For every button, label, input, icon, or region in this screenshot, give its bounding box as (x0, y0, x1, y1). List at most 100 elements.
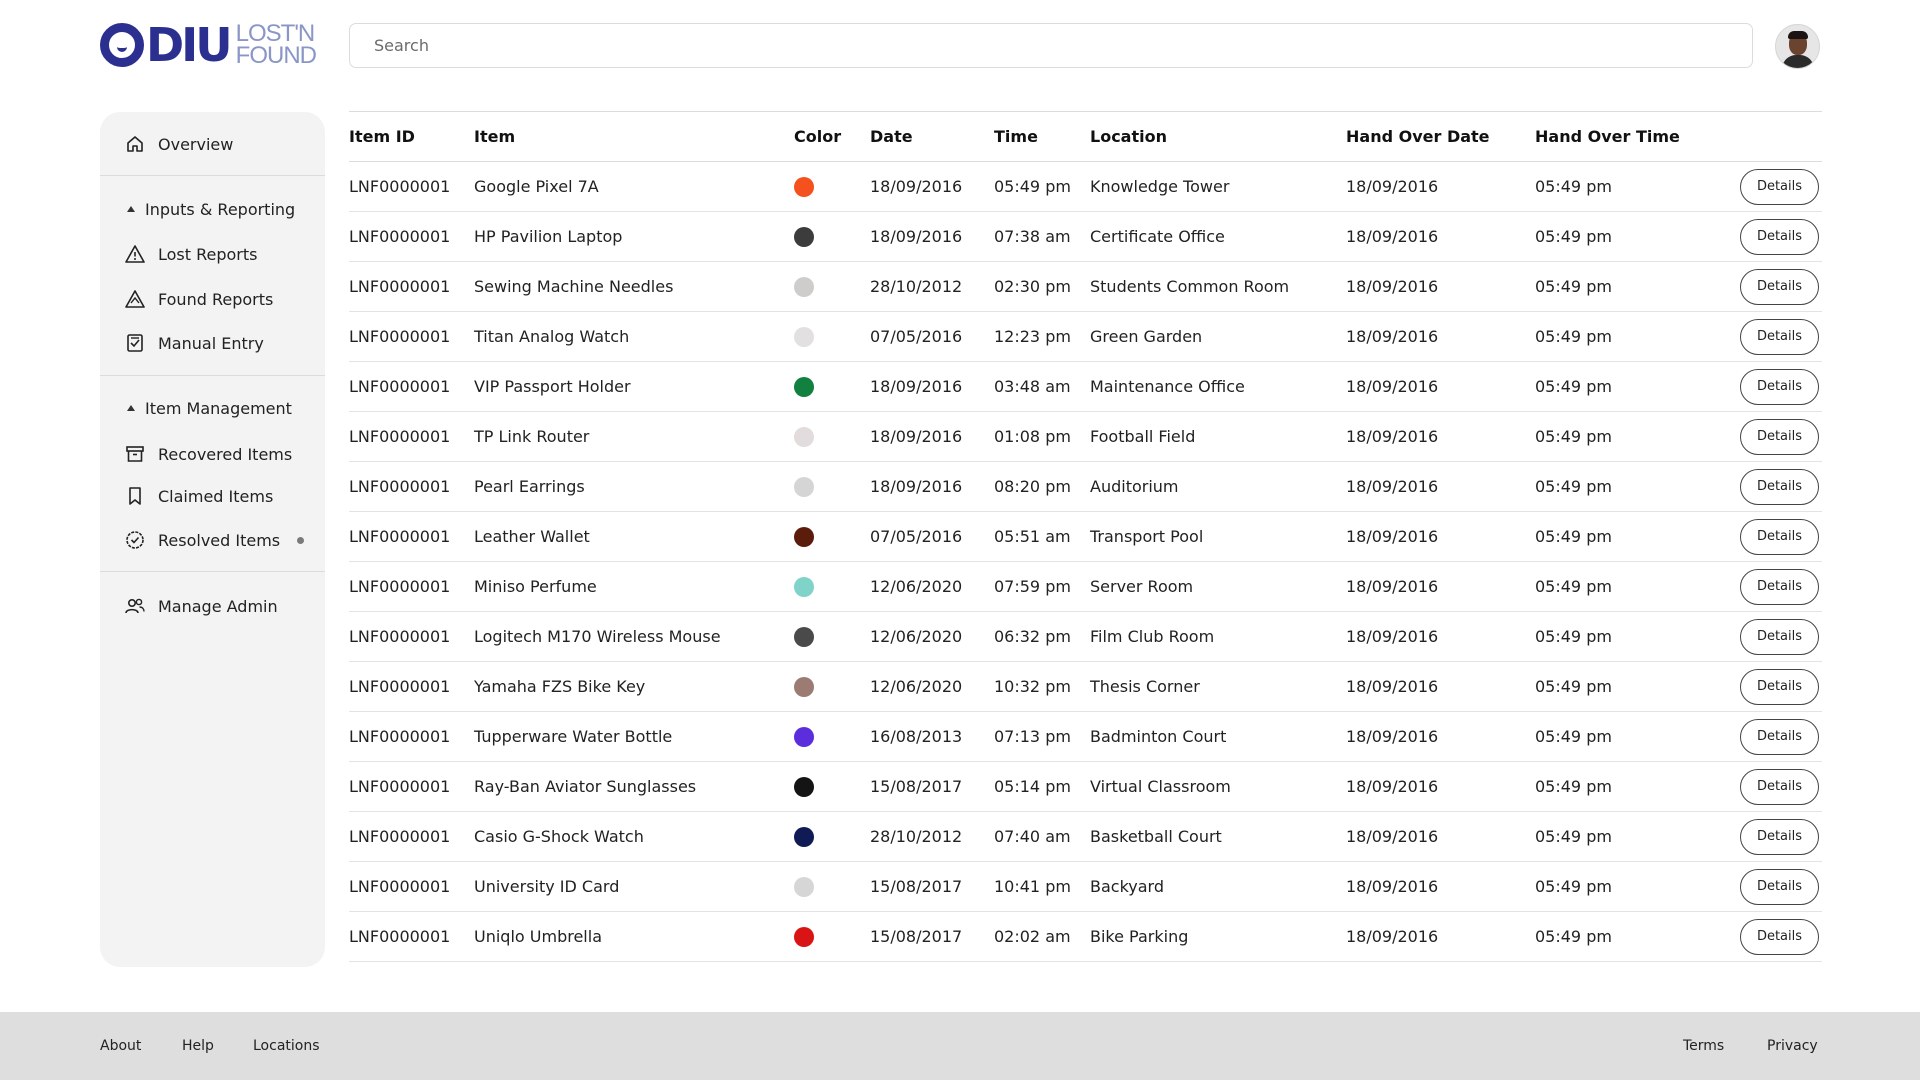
sidebar-item-claimed-items[interactable]: Claimed Items (100, 478, 325, 514)
cell-item-id: LNF0000001 (349, 677, 451, 696)
cell-hand-over-date: 18/09/2016 (1346, 727, 1439, 746)
details-button[interactable]: Details (1740, 518, 1819, 555)
user-avatar[interactable] (1775, 24, 1820, 69)
cell-color (794, 562, 814, 611)
details-button[interactable]: Details (1740, 218, 1819, 255)
cell-time: 05:49 pm (994, 177, 1071, 196)
home-icon (124, 133, 146, 155)
details-button[interactable]: Details (1740, 818, 1819, 855)
cell-time: 01:08 pm (994, 427, 1071, 446)
logo-subtitle: LOST'N FOUND (236, 22, 317, 68)
details-button[interactable]: Details (1740, 618, 1819, 655)
sidebar-item-label: Overview (158, 134, 234, 154)
cell-time: 07:40 am (994, 827, 1071, 846)
color-swatch (794, 276, 814, 297)
details-button[interactable]: Details (1740, 668, 1819, 705)
cell-hand-over-date: 18/09/2016 (1346, 377, 1439, 396)
table-row: LNF0000001 Leather Wallet 07/05/2016 05:51 … (349, 512, 1822, 562)
cell-date: 28/10/2012 (870, 827, 963, 846)
table-row: LNF0000001 Uniqlo Umbrella 15/08/2017 02:02… (349, 912, 1822, 962)
cell-item-name: Google Pixel 7A (474, 177, 599, 196)
cell-item-id: LNF0000001 (349, 877, 451, 896)
color-swatch (794, 376, 814, 397)
color-swatch (794, 926, 814, 947)
cell-date: 12/06/2020 (870, 677, 963, 696)
cell-item-id: LNF0000001 (349, 827, 451, 846)
sidebar-item-lost-reports[interactable]: Lost Reports (100, 236, 325, 272)
header-item-id: Item ID (349, 127, 415, 146)
sidebar-group-item-management[interactable]: Item Management (100, 393, 325, 423)
cell-hand-over-time: 05:49 pm (1535, 777, 1612, 796)
cell-actions: Details (1740, 162, 1819, 211)
sidebar-item-manual-entry[interactable]: Manual Entry (100, 325, 325, 361)
footer: About Help Locations Terms Privacy (0, 1012, 1920, 1080)
cell-time: 07:13 pm (994, 727, 1071, 746)
color-swatch (794, 226, 814, 247)
color-swatch (794, 776, 814, 797)
brand-logo[interactable]: DIU LOST'N FOUND (100, 22, 317, 68)
table-row: LNF0000001 VIP Passport Holder 18/09/2016 0… (349, 362, 1822, 412)
details-button[interactable]: Details (1740, 318, 1819, 355)
search-input[interactable] (350, 24, 1752, 67)
table-row: LNF0000001 Logitech M170 Wireless Mouse 12… (349, 612, 1822, 662)
cell-item-name: TP Link Router (474, 427, 590, 446)
cell-date: 18/09/2016 (870, 377, 963, 396)
footer-link-locations[interactable]: Locations (253, 1012, 320, 1080)
details-button[interactable]: Details (1740, 468, 1819, 505)
table-row: LNF0000001 Yamaha FZS Bike Key 12/06/2020 1… (349, 662, 1822, 712)
details-button[interactable]: Details (1740, 368, 1819, 405)
cell-actions: Details (1740, 712, 1819, 761)
cell-hand-over-time: 05:49 pm (1535, 277, 1612, 296)
cell-date: 18/09/2016 (870, 427, 963, 446)
cell-hand-over-time: 05:49 pm (1535, 177, 1612, 196)
details-button[interactable]: Details (1740, 768, 1819, 805)
cell-color (794, 762, 814, 811)
table-row: LNF0000001 TP Link Router 18/09/2016 01:08 … (349, 412, 1822, 462)
cell-location: Green Garden (1090, 327, 1203, 346)
table-row: LNF0000001 Ray-Ban Aviator Sunglasses 15/0… (349, 762, 1822, 812)
cell-hand-over-date: 18/09/2016 (1346, 627, 1439, 646)
cell-item-id: LNF0000001 (349, 577, 451, 596)
sidebar-item-label: Lost Reports (158, 244, 258, 264)
sidebar-item-label: Manual Entry (158, 333, 264, 353)
details-button[interactable]: Details (1740, 418, 1819, 455)
cell-item-name: Uniqlo Umbrella (474, 927, 602, 946)
sidebar-group-inputs-reporting[interactable]: Inputs & Reporting (100, 194, 325, 224)
search-box (349, 23, 1753, 68)
sidebar-group-label: Inputs & Reporting (145, 199, 296, 219)
cell-hand-over-date: 18/09/2016 (1346, 927, 1439, 946)
cell-time: 06:32 pm (994, 627, 1071, 646)
footer-link-privacy[interactable]: Privacy (1767, 1012, 1818, 1080)
sidebar-item-label: Claimed Items (158, 486, 274, 506)
details-button[interactable]: Details (1740, 168, 1819, 205)
cell-date: 07/05/2016 (870, 327, 963, 346)
avatar-hair (1788, 31, 1808, 39)
details-button[interactable]: Details (1740, 918, 1819, 955)
cell-location: Server Room (1090, 577, 1194, 596)
table-row: LNF0000001 Google Pixel 7A 18/09/2016 05:49… (349, 162, 1822, 212)
details-button[interactable]: Details (1740, 868, 1819, 905)
footer-link-terms[interactable]: Terms (1683, 1012, 1724, 1080)
details-button[interactable]: Details (1740, 568, 1819, 605)
items-table: Item ID Item Color Date Time Location Ha… (349, 111, 1822, 962)
sidebar-item-overview[interactable]: Overview (100, 126, 325, 162)
cell-item-id: LNF0000001 (349, 427, 451, 446)
details-button[interactable]: Details (1740, 268, 1819, 305)
footer-link-help[interactable]: Help (182, 1012, 214, 1080)
cell-hand-over-time: 05:49 pm (1535, 427, 1612, 446)
header-color: Color (794, 127, 842, 146)
sidebar-item-manage-admin[interactable]: Manage Admin (100, 588, 325, 624)
sidebar-item-recovered-items[interactable]: Recovered Items (100, 436, 325, 472)
cell-actions: Details (1740, 512, 1819, 561)
color-swatch (794, 676, 814, 697)
table-body: LNF0000001 Google Pixel 7A 18/09/2016 05:49… (349, 162, 1822, 962)
footer-link-about[interactable]: About (100, 1012, 141, 1080)
sidebar-item-found-reports[interactable]: Found Reports (100, 281, 325, 317)
details-button[interactable]: Details (1740, 718, 1819, 755)
cell-time: 07:59 pm (994, 577, 1071, 596)
cell-item-name: Miniso Perfume (474, 577, 597, 596)
cell-hand-over-date: 18/09/2016 (1346, 327, 1439, 346)
logo-mark-icon (100, 23, 144, 67)
sidebar-item-resolved-items[interactable]: Resolved Items (100, 522, 325, 558)
cell-item-name: Sewing Machine Needles (474, 277, 674, 296)
